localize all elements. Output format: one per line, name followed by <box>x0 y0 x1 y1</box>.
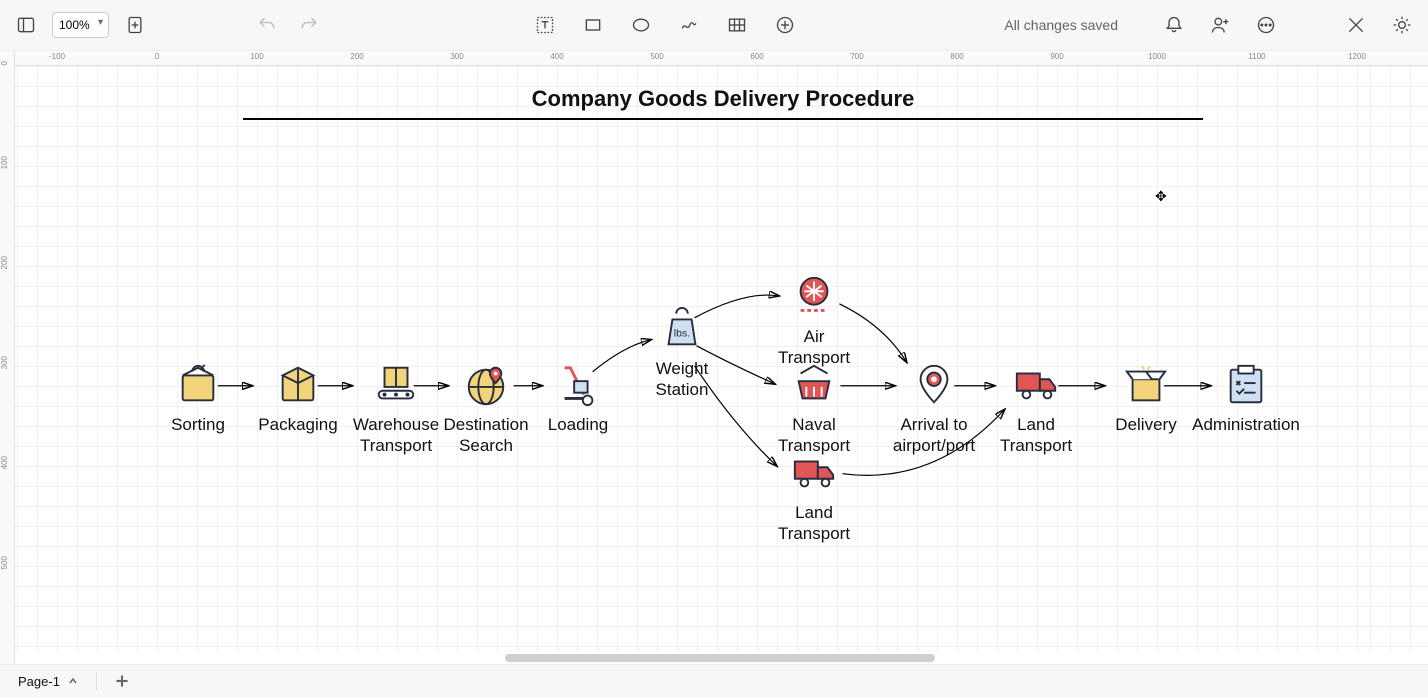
tab-label: Page-1 <box>18 674 60 689</box>
design-tools-button[interactable] <box>1340 9 1372 41</box>
node-arrival[interactable]: Arrival toairport/port <box>879 362 989 457</box>
top-toolbar: 100% <box>0 0 1428 51</box>
node-label: Delivery <box>1115 414 1176 435</box>
table-tool-button[interactable] <box>721 9 753 41</box>
node-label: DestinationSearch <box>443 414 528 457</box>
node-air-transport[interactable]: AirTransport <box>759 274 869 369</box>
node-sorting[interactable]: Sorting <box>143 362 253 435</box>
freehand-tool-button[interactable] <box>673 9 705 41</box>
rectangle-tool-button[interactable] <box>577 9 609 41</box>
conveyor-icon <box>373 362 419 408</box>
open-box-icon <box>1123 362 1169 408</box>
node-label: Loading <box>548 414 609 435</box>
hand-truck-icon <box>555 362 601 408</box>
airplane-icon <box>791 274 837 320</box>
chevron-up-icon <box>68 676 78 686</box>
package-icon <box>275 362 321 408</box>
horizontal-scrollbar[interactable] <box>15 652 1428 664</box>
node-label: Packaging <box>258 414 337 435</box>
add-page-button[interactable] <box>119 9 151 41</box>
box-sort-icon <box>175 362 221 408</box>
vertical-ruler: 0 100 200 300 400 500 <box>0 51 15 664</box>
undo-button[interactable] <box>251 9 283 41</box>
globe-pin-icon <box>463 362 509 408</box>
truck-icon <box>1013 362 1059 408</box>
add-shape-button[interactable] <box>769 9 801 41</box>
node-loading[interactable]: Loading <box>523 362 633 435</box>
node-label: LandTransport <box>778 502 850 545</box>
node-label: Sorting <box>171 414 225 435</box>
text-tool-button[interactable] <box>529 9 561 41</box>
ellipse-tool-button[interactable] <box>625 9 657 41</box>
node-label: WeightStation <box>656 358 709 401</box>
node-land-transport-branch[interactable]: LandTransport <box>759 450 869 545</box>
node-label: Arrival toairport/port <box>893 414 975 457</box>
diagram-title[interactable]: Company Goods Delivery Procedure <box>243 86 1203 120</box>
svg-text:lbs.: lbs. <box>674 328 690 340</box>
node-naval-transport[interactable]: NavalTransport <box>759 362 869 457</box>
diagram-title-text: Company Goods Delivery Procedure <box>243 86 1203 112</box>
node-land-transport[interactable]: LandTransport <box>981 362 1091 457</box>
theme-toggle-button[interactable] <box>1386 9 1418 41</box>
node-weight-station[interactable]: lbs. WeightStation <box>627 306 737 401</box>
location-pin-icon <box>911 362 957 408</box>
node-label: Administration <box>1192 414 1300 435</box>
weight-scale-icon: lbs. <box>659 306 705 352</box>
node-label: WarehouseTransport <box>353 414 439 457</box>
plus-icon <box>115 674 129 688</box>
node-administration[interactable]: Administration <box>1191 362 1301 435</box>
truck-icon <box>791 450 837 496</box>
redo-button[interactable] <box>293 9 325 41</box>
add-tab-button[interactable] <box>107 670 137 692</box>
node-label: LandTransport <box>1000 414 1072 457</box>
node-delivery[interactable]: Delivery <box>1091 362 1201 435</box>
page-tabs: Page-1 <box>0 664 1428 697</box>
canvas[interactable]: Company Goods Delivery Procedure ✥ <box>15 66 1428 652</box>
notifications-button[interactable] <box>1158 9 1190 41</box>
share-button[interactable] <box>1204 9 1236 41</box>
ship-icon <box>791 362 837 408</box>
save-status: All changes saved <box>1004 17 1118 33</box>
more-menu-button[interactable] <box>1250 9 1282 41</box>
clipboard-check-icon <box>1223 362 1269 408</box>
zoom-select[interactable]: 100% <box>52 12 109 38</box>
move-cursor-icon: ✥ <box>1155 188 1167 205</box>
node-packaging[interactable]: Packaging <box>243 362 353 435</box>
sidebar-toggle-button[interactable] <box>10 9 42 41</box>
tab-page-1[interactable]: Page-1 <box>10 670 86 693</box>
horizontal-ruler: -100 0 100 200 300 400 500 600 700 800 9… <box>15 51 1428 66</box>
